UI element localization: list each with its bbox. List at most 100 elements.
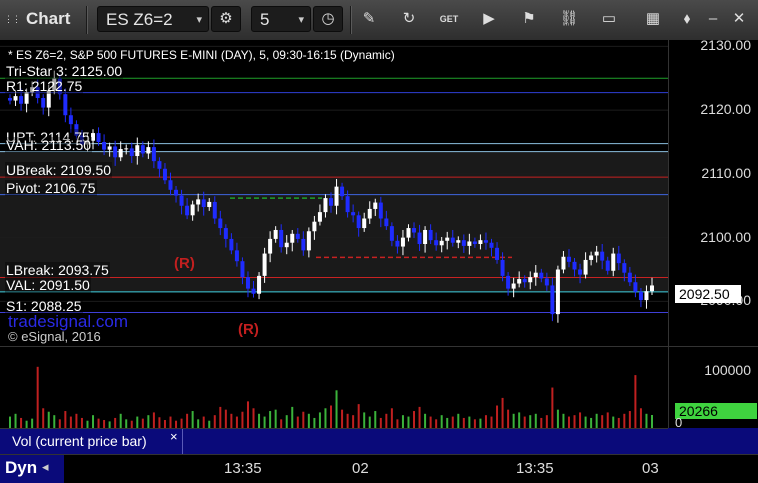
candle-body <box>500 259 505 276</box>
interval-clock-button[interactable]: ◷ <box>313 6 343 32</box>
candle-body <box>400 237 405 247</box>
candle-body <box>544 278 549 286</box>
candle-body <box>528 277 533 283</box>
draw-pencil-icon[interactable]: ✎ <box>358 8 380 30</box>
candle-body <box>334 186 339 206</box>
pin-icon[interactable]: ⬧ <box>676 8 698 30</box>
grid-layout-icon[interactable]: ▦ <box>642 8 664 30</box>
volume-bar <box>595 413 598 429</box>
candle-body <box>19 96 24 104</box>
signal-icon[interactable]: ⚑ <box>518 8 540 30</box>
volume-study-label[interactable]: Vol (current price bar) <box>12 433 147 449</box>
candle-body <box>627 272 632 283</box>
chevron-down-icon[interactable]: ▾ <box>298 7 304 33</box>
volume-legend-filler <box>668 428 758 454</box>
volume-bar <box>651 414 653 429</box>
candle-body <box>578 269 583 275</box>
volume-plot[interactable] <box>0 346 668 429</box>
candle-body <box>340 186 345 197</box>
candle-body <box>312 221 317 232</box>
symbol-selector[interactable]: ES Z6=2 ▾ <box>97 6 209 32</box>
candle-body <box>389 226 394 241</box>
volume-bar <box>324 408 327 429</box>
refresh-icon[interactable]: ↻ <box>398 8 420 30</box>
candle-body <box>174 189 179 196</box>
volume-bar <box>186 413 189 429</box>
toolbar-divider <box>86 6 87 34</box>
volume-bar <box>346 413 349 429</box>
candle-body <box>268 238 273 254</box>
candle-body <box>102 142 107 150</box>
volume-bar <box>562 413 565 429</box>
candle-body <box>317 212 322 222</box>
symbol-settings-button[interactable]: ⚙ <box>211 6 241 32</box>
candle-body <box>196 199 201 205</box>
candle-body <box>207 201 212 208</box>
candle-body <box>245 277 250 289</box>
chart-header: * ES Z6=2, S&P 500 FUTURES E-MINI (DAY),… <box>8 48 395 62</box>
candle-body <box>190 204 195 216</box>
candle-body <box>472 241 477 244</box>
volume-bar <box>119 413 122 429</box>
candle-body <box>555 269 560 315</box>
time-axis[interactable]: Dyn ◂ 13:35 02 13:35 03 <box>0 454 758 483</box>
candle-body <box>616 253 621 264</box>
price-axis[interactable]: 2130.002120.002110.002100.002090.00 2092… <box>668 37 758 346</box>
dynamic-mode-tab[interactable]: Dyn ◂ <box>0 455 64 483</box>
price-plot[interactable]: * ES Z6=2, S&P 500 FUTURES E-MINI (DAY),… <box>0 40 668 346</box>
candle-body <box>373 202 378 209</box>
candle-body <box>151 147 156 162</box>
volume-bar <box>291 406 294 429</box>
chevron-down-icon[interactable]: ▾ <box>196 7 202 33</box>
candle-body <box>605 260 610 271</box>
candle-body <box>367 208 372 219</box>
play-icon[interactable]: ▶ <box>478 8 500 30</box>
legend-divider <box>182 429 183 455</box>
volume-bar <box>307 413 310 429</box>
volume-bar <box>518 412 521 429</box>
level-label: VAL: 2091.50 <box>5 276 91 293</box>
close-window-icon[interactable]: ✕ <box>728 8 750 30</box>
volume-bar <box>534 413 537 429</box>
candle-body <box>251 288 256 294</box>
price-tick: 2100.00 <box>700 228 751 245</box>
volume-bar <box>269 411 272 429</box>
volume-bar <box>53 415 56 429</box>
volume-bar <box>601 415 604 429</box>
candle-body <box>63 94 68 116</box>
candle-body <box>600 251 605 261</box>
link-icon[interactable]: ⛓ <box>558 8 580 30</box>
candle-body <box>8 98 12 101</box>
close-icon[interactable]: × <box>170 429 178 444</box>
time-tick: 03 <box>642 460 659 477</box>
volume-bar <box>246 401 249 429</box>
volume-bar <box>374 411 377 429</box>
candle-body <box>517 279 522 284</box>
candle-body <box>566 256 571 262</box>
candle-body <box>157 161 162 169</box>
price-tick: 2110.00 <box>701 164 751 181</box>
candle-body <box>135 145 140 157</box>
candle-body <box>412 228 417 233</box>
minimize-icon[interactable]: – <box>702 8 724 30</box>
comment-icon[interactable]: ▭ <box>598 8 620 30</box>
grip-icon[interactable]: ⋮⋮ <box>4 8 21 30</box>
volume-bar <box>606 412 609 429</box>
volume-bar <box>457 413 460 429</box>
level-label: UBreak: 2109.50 <box>5 162 113 179</box>
volume-bar <box>75 413 78 429</box>
volume-axis[interactable]: 100000 20266 0 <box>668 346 758 430</box>
candle-body <box>467 241 472 246</box>
get-data-icon[interactable]: GET <box>438 8 460 30</box>
interval-selector[interactable]: 5 ▾ <box>251 6 311 32</box>
candle-body <box>583 259 588 275</box>
time-tick: 13:35 <box>516 460 554 477</box>
candle-body <box>362 218 367 229</box>
candlestick-chart[interactable] <box>0 40 668 346</box>
chevron-left-icon[interactable]: ◂ <box>42 459 49 475</box>
gear-icon: ⚙ <box>219 10 233 27</box>
candle-body <box>650 285 654 292</box>
volume-bar <box>579 412 582 429</box>
candle-body <box>450 237 455 243</box>
volume-bar <box>556 409 559 429</box>
